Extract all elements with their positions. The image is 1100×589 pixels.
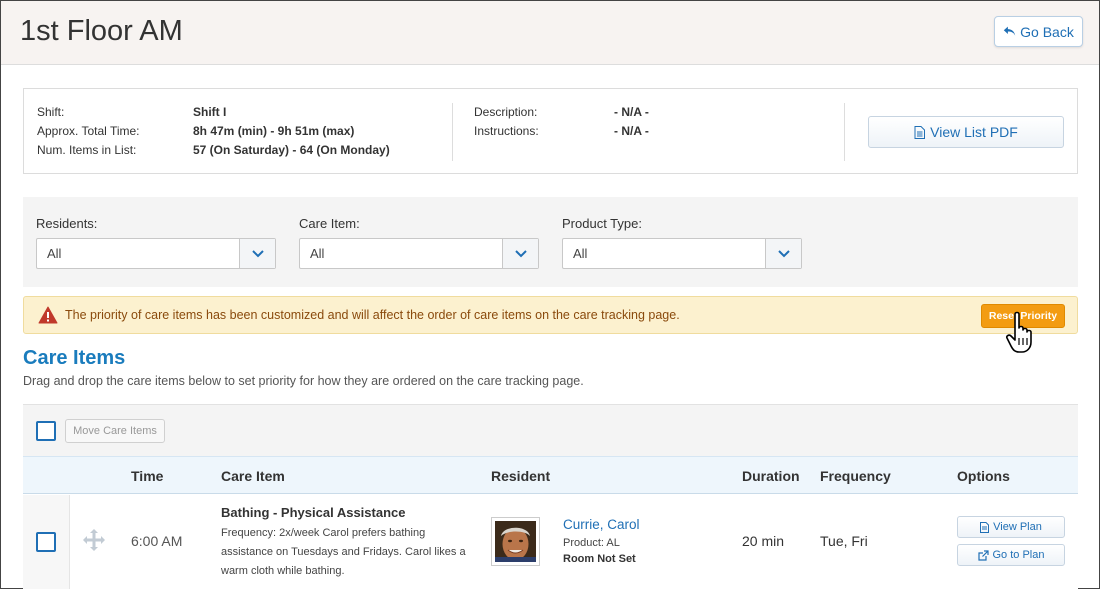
column-header-care-item: Care Item bbox=[221, 468, 285, 484]
product-type-select[interactable]: All bbox=[562, 238, 802, 269]
care-item-select-value: All bbox=[310, 246, 325, 261]
resident-product: Product: AL bbox=[563, 537, 620, 549]
description-value: - N/A - bbox=[614, 105, 649, 119]
file-icon bbox=[980, 521, 990, 533]
shift-label: Shift: bbox=[37, 105, 65, 119]
row-checkbox[interactable] bbox=[36, 532, 56, 552]
num-items-label: Num. Items in List: bbox=[37, 143, 137, 157]
shift-value: Shift I bbox=[193, 105, 227, 119]
go-back-label: Go Back bbox=[1020, 23, 1074, 40]
instructions-value: - N/A - bbox=[614, 124, 649, 138]
alert-message: The priority of care items has been cust… bbox=[65, 308, 680, 322]
filter-panel: Residents: All Care Item: All Product Ty… bbox=[23, 197, 1078, 287]
hand-pointer-icon bbox=[1006, 311, 1032, 353]
column-header-duration: Duration bbox=[742, 468, 800, 484]
chevron-down-icon[interactable] bbox=[765, 239, 801, 268]
care-item-name: Bathing - Physical Assistance bbox=[221, 505, 406, 520]
move-care-items-button[interactable]: Move Care Items bbox=[65, 419, 165, 443]
drag-handle-icon[interactable] bbox=[82, 528, 106, 552]
divider bbox=[844, 103, 845, 161]
divider bbox=[452, 103, 453, 161]
chevron-down-icon[interactable] bbox=[502, 239, 538, 268]
row-frequency: Tue, Fri bbox=[820, 533, 868, 549]
list-info-panel: Shift: Shift I Approx. Total Time: 8h 47… bbox=[23, 88, 1078, 174]
view-plan-label: View Plan bbox=[993, 521, 1042, 533]
residents-filter-label: Residents: bbox=[36, 216, 98, 231]
back-arrow-icon bbox=[1003, 26, 1016, 36]
table-header: Time Care Item Resident Duration Frequen… bbox=[23, 456, 1078, 494]
warning-icon bbox=[38, 306, 58, 324]
care-item-select[interactable]: All bbox=[299, 238, 539, 269]
product-type-select-value: All bbox=[573, 246, 588, 261]
select-all-checkbox[interactable] bbox=[36, 421, 56, 441]
care-items-title: Care Items bbox=[23, 347, 126, 369]
view-list-pdf-label: View List PDF bbox=[930, 124, 1018, 140]
care-items-toolbar: Move Care Items bbox=[23, 404, 1078, 456]
go-to-plan-button[interactable]: Go to Plan bbox=[957, 544, 1065, 566]
product-type-filter-label: Product Type: bbox=[562, 216, 642, 231]
resident-room: Room Not Set bbox=[563, 553, 636, 565]
external-link-icon bbox=[977, 549, 989, 561]
page-title: 1st Floor AM bbox=[20, 15, 183, 47]
total-time-label: Approx. Total Time: bbox=[37, 124, 140, 138]
resident-avatar bbox=[491, 517, 540, 566]
row-time: 6:00 AM bbox=[131, 533, 183, 549]
go-back-button[interactable]: Go Back bbox=[994, 16, 1083, 47]
num-items-value: 57 (On Saturday) - 64 (On Monday) bbox=[193, 143, 390, 157]
table-row[interactable]: 6:00 AM Bathing - Physical Assistance Fr… bbox=[23, 495, 1078, 589]
column-header-options: Options bbox=[957, 468, 1010, 484]
row-select-cell bbox=[23, 495, 70, 589]
row-duration: 20 min bbox=[742, 533, 785, 549]
go-to-plan-label: Go to Plan bbox=[992, 549, 1045, 561]
residents-select-value: All bbox=[47, 246, 62, 261]
priority-alert: The priority of care items has been cust… bbox=[23, 296, 1078, 334]
description-label: Description: bbox=[474, 105, 538, 119]
care-item-filter-label: Care Item: bbox=[299, 216, 360, 231]
page-header: 1st Floor AM Go Back bbox=[1, 1, 1099, 65]
total-time-value: 8h 47m (min) - 9h 51m (max) bbox=[193, 124, 355, 138]
chevron-down-icon[interactable] bbox=[239, 239, 275, 268]
column-header-time: Time bbox=[131, 468, 164, 484]
view-plan-button[interactable]: View Plan bbox=[957, 516, 1065, 538]
resident-photo bbox=[495, 521, 536, 562]
instructions-label: Instructions: bbox=[474, 124, 539, 138]
care-item-description: Frequency: 2x/week Carol prefers bathing… bbox=[221, 527, 466, 577]
view-list-pdf-button[interactable]: View List PDF bbox=[868, 116, 1064, 148]
care-items-subtitle: Drag and drop the care items below to se… bbox=[23, 374, 584, 388]
resident-name-link[interactable]: Currie, Carol bbox=[563, 517, 640, 532]
file-icon bbox=[914, 125, 926, 139]
column-header-frequency: Frequency bbox=[820, 468, 891, 484]
residents-select[interactable]: All bbox=[36, 238, 276, 269]
column-header-resident: Resident bbox=[491, 468, 551, 484]
